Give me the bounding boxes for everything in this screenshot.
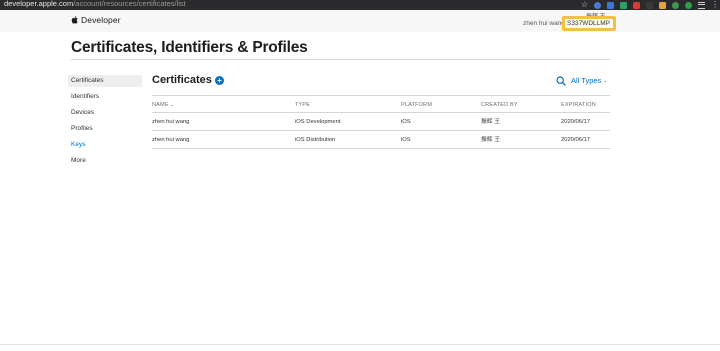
browser-menu-icon[interactable]: ⋮	[711, 1, 719, 9]
account-user-name[interactable]: zhen hui wang	[523, 20, 565, 27]
brand-label: Developer	[81, 15, 121, 25]
extensions-menu-icon[interactable]	[698, 1, 705, 9]
sidebar-item-more[interactable]: More	[68, 155, 142, 167]
column-header-name[interactable]: NAME⌄	[152, 96, 174, 114]
sidebar-item-devices[interactable]: Devices	[68, 107, 142, 119]
column-header-created-by[interactable]: CREATED BY	[481, 96, 518, 114]
column-header-platform[interactable]: PLATFORM	[401, 96, 432, 114]
sidebar-item-keys[interactable]: Keys	[68, 139, 142, 151]
extension-6-icon[interactable]	[659, 1, 666, 9]
cell-expiration: 2020/06/17	[561, 137, 591, 143]
cell-type: iOS Distribution	[295, 137, 336, 143]
page-title: Certificates, Identifiers & Profiles	[71, 39, 308, 56]
extension-1-icon[interactable]	[594, 1, 601, 9]
add-certificate-button[interactable]: +	[214, 75, 224, 85]
sidebar-item-certificates[interactable]: Certificates	[68, 75, 142, 87]
column-header-type[interactable]: TYPE	[295, 96, 310, 114]
type-filter-dropdown[interactable]: All Types ⌄	[571, 76, 608, 85]
team-id-highlight[interactable]: S337WDLLMP	[562, 16, 616, 31]
sidebar-item-profiles[interactable]: Profiles	[68, 123, 142, 135]
chevron-down-icon: ⌄	[603, 77, 608, 84]
section-header: Certificates +	[152, 74, 224, 86]
search-icon[interactable]	[556, 76, 566, 86]
extension-5-icon[interactable]	[646, 1, 653, 9]
browser-toolbar: developer.apple.com/account/resources/ce…	[0, 0, 720, 10]
extension-7-icon[interactable]	[672, 1, 679, 9]
certificates-table: NAME⌄ TYPE PLATFORM CREATED BY EXPIRATIO…	[152, 95, 610, 149]
sort-indicator-icon: ⌄	[169, 102, 175, 108]
apple-logo-icon	[71, 16, 78, 24]
type-filter-label: All Types	[571, 76, 602, 85]
cell-name: zhen hui wang	[152, 137, 190, 143]
cell-name: zhen hui wang	[152, 119, 190, 125]
sidebar-item-identifiers[interactable]: Identifiers	[68, 91, 142, 103]
cell-type: iOS Development	[295, 119, 341, 125]
extension-2-icon[interactable]	[607, 1, 614, 9]
url-domain: developer.apple.com	[4, 0, 74, 8]
extension-8-icon[interactable]	[685, 1, 692, 9]
table-header: NAME⌄ TYPE PLATFORM CREATED BY EXPIRATIO…	[152, 95, 610, 113]
title-divider	[71, 59, 610, 60]
sidebar-nav: Certificates Identifiers Devices Profile…	[68, 75, 142, 171]
table-row[interactable]: zhen hui wang iOS Development iOS 振辉 王 2…	[152, 113, 610, 131]
cell-created-by: 振辉 王	[481, 137, 501, 143]
table-row[interactable]: zhen hui wang iOS Distribution iOS 振辉 王 …	[152, 131, 610, 149]
extension-toolbar: ☆ ⋮	[581, 0, 719, 10]
extension-3-icon[interactable]	[620, 1, 627, 9]
url-path: /account/resources/certificates/list	[73, 0, 186, 8]
cell-expiration: 2020/06/17	[561, 119, 591, 125]
cell-platform: iOS	[401, 137, 411, 143]
star-icon[interactable]: ☆	[581, 1, 588, 9]
developer-brand[interactable]: Developer	[71, 15, 121, 25]
extension-4-icon[interactable]	[633, 1, 640, 9]
address-bar[interactable]: developer.apple.com/account/resources/ce…	[4, 0, 186, 10]
team-id: S337WDLLMP	[567, 20, 610, 27]
cell-created-by: 振辉 王	[481, 119, 501, 125]
column-header-expiration[interactable]: EXPIRATION	[561, 96, 596, 114]
footer-divider	[0, 344, 720, 345]
cell-platform: iOS	[401, 119, 411, 125]
section-title: Certificates	[152, 74, 212, 86]
